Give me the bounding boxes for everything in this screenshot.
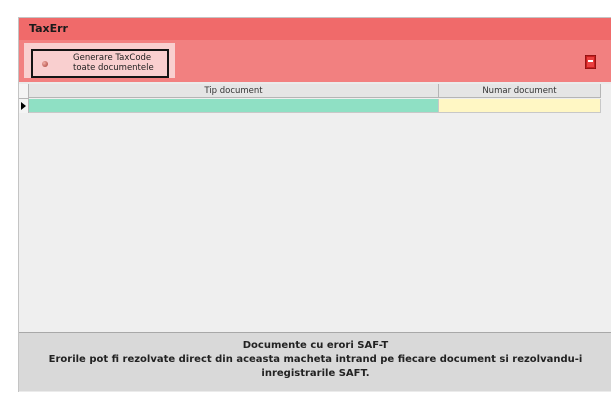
taxerr-window: TaxErr Generare TaxCode toate documentel… xyxy=(18,17,611,392)
exit-door-icon[interactable] xyxy=(585,55,596,69)
documents-grid: Tip document Numar document xyxy=(19,84,611,332)
cell-tip-document[interactable] xyxy=(29,99,439,113)
generate-taxcode-button[interactable]: Generare TaxCode toate documentele xyxy=(31,49,169,78)
generate-taxcode-label-line2: toate documentele xyxy=(73,63,154,73)
window-title: TaxErr xyxy=(29,22,68,35)
row-indicator[interactable] xyxy=(19,99,29,113)
generate-taxcode-label: Generare TaxCode toate documentele xyxy=(73,53,169,73)
footer-description: Erorile pot fi rezolvate direct din acea… xyxy=(48,354,583,379)
generate-taxcode-label-line1: Generare TaxCode xyxy=(73,53,152,63)
record-icon xyxy=(42,61,48,67)
column-header-numar-document[interactable]: Numar document xyxy=(439,84,601,98)
info-footer: Documente cu erori SAF-T Erorile pot fi … xyxy=(19,332,611,391)
column-header-tip-document[interactable]: Tip document xyxy=(29,84,439,98)
current-row-arrow-icon xyxy=(21,102,26,110)
cell-numar-document[interactable] xyxy=(439,99,601,113)
title-bar: TaxErr xyxy=(19,18,611,40)
toolbar-button-area: Generare TaxCode toate documentele xyxy=(24,43,175,78)
footer-title: Documente cu erori SAF-T xyxy=(242,340,389,351)
toolbar: Generare TaxCode toate documentele xyxy=(19,40,611,82)
grid-corner-cell xyxy=(19,84,29,99)
